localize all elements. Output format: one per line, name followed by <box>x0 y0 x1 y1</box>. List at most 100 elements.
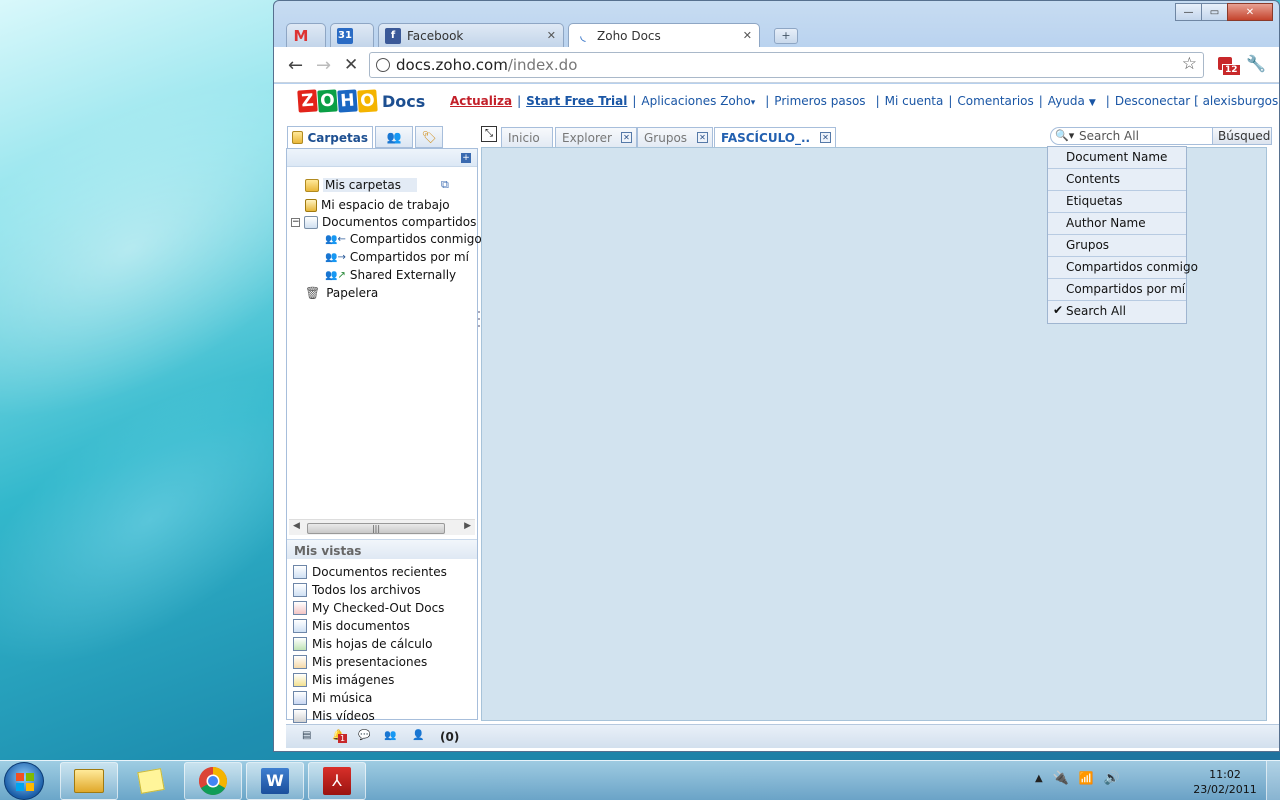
tab-carpetas[interactable]: Carpetas <box>287 126 373 148</box>
view-item-checked-out[interactable]: My Checked-Out Docs <box>293 599 447 617</box>
notification-icon[interactable]: 🔔1 <box>332 730 348 744</box>
menu-item-etiquetas[interactable]: Etiquetas <box>1048 191 1186 213</box>
new-tab-button[interactable]: + <box>774 28 798 44</box>
tab-zoho-docs[interactable]: ◟ Zoho Docs ✕ <box>568 23 760 48</box>
search-input[interactable]: Search All <box>1079 128 1211 144</box>
maximize-button[interactable]: ▭ <box>1201 3 1228 21</box>
primeros-link[interactable]: Primeros pasos <box>774 94 865 108</box>
ayuda-link[interactable]: Ayuda <box>1048 94 1085 108</box>
spreadsheet-icon <box>293 637 307 651</box>
workspace-icon <box>305 198 317 212</box>
menu-item-compartidos-por-mi[interactable]: Compartidos por mí <box>1048 279 1186 301</box>
tab-explorer[interactable]: Explorer ✕ <box>555 127 637 148</box>
view-item-imagenes[interactable]: Mis imágenes <box>293 671 447 689</box>
view-item-hojas[interactable]: Mis hojas de cálculo <box>293 635 447 653</box>
cuenta-link[interactable]: Mi cuenta <box>885 94 944 108</box>
tab-grupos[interactable]: Grupos ✕ <box>637 127 713 148</box>
logo-docs: Docs <box>382 92 426 111</box>
search-button[interactable]: Búsqueda <box>1212 127 1272 145</box>
menu-item-grupos[interactable]: Grupos <box>1048 235 1186 257</box>
taskbar-acrobat[interactable]: ⅄ <box>308 762 366 800</box>
browser-window: — ▭ ✕ M 31 f Facebook ✕ ◟ Zoho Docs ✕ + … <box>273 0 1280 752</box>
document-icon <box>293 619 307 633</box>
taskbar-explorer[interactable] <box>60 762 118 800</box>
system-clock[interactable]: 11:02 23/02/2011 <box>1190 767 1260 797</box>
close-tab-icon[interactable]: ✕ <box>820 132 831 143</box>
back-icon[interactable]: ← <box>288 55 303 76</box>
comentarios-link[interactable]: Comentarios <box>957 94 1033 108</box>
close-window-button[interactable]: ✕ <box>1227 3 1273 21</box>
menu-item-contents[interactable]: Contents <box>1048 169 1186 191</box>
extension-gift-icon[interactable]: 12 <box>1216 55 1241 76</box>
minimize-button[interactable]: — <box>1175 3 1202 21</box>
gmail-icon: M <box>293 26 309 45</box>
start-button[interactable] <box>4 762 44 800</box>
user-icon[interactable]: 👤 <box>412 730 428 744</box>
view-item-recientes[interactable]: Documentos recientes <box>293 563 447 581</box>
show-desktop-button[interactable] <box>1266 761 1280 800</box>
tab-inicio[interactable]: Inicio <box>501 127 553 148</box>
contact-card-icon[interactable]: ▤ <box>302 730 318 744</box>
view-item-documentos[interactable]: Mis documentos <box>293 617 447 635</box>
close-tab-icon[interactable]: ✕ <box>697 132 708 143</box>
add-folder-icon[interactable]: + <box>461 153 471 163</box>
scroll-right-icon[interactable]: ▶ <box>464 521 471 531</box>
tree-item-externally[interactable]: 👥↗ Shared Externally <box>325 268 456 282</box>
view-item-todos[interactable]: Todos los archivos <box>293 581 447 599</box>
forward-icon[interactable]: → <box>316 55 331 76</box>
chat-icon[interactable]: 💬 <box>358 730 374 744</box>
network-icon[interactable]: 📶 <box>1079 771 1094 786</box>
view-item-presentaciones[interactable]: Mis presentaciones <box>293 653 447 671</box>
view-item-musica[interactable]: Mi música <box>293 689 447 707</box>
scroll-thumb[interactable]: ||| <box>307 523 445 534</box>
taskbar-word[interactable]: W <box>246 762 304 800</box>
taskbar-chrome[interactable] <box>184 762 242 800</box>
contacts-icon[interactable]: 👥 <box>384 730 400 744</box>
menu-item-document-name[interactable]: Document Name <box>1048 147 1186 169</box>
address-bar[interactable]: docs.zoho.com/index.do ☆ <box>369 52 1204 78</box>
tree-item-papelera[interactable]: 🗑 Papelera <box>305 286 378 300</box>
tree-item-compartidos[interactable]: − Documentos compartidos <box>291 215 476 229</box>
collapse-icon[interactable]: − <box>291 217 300 227</box>
wrench-icon[interactable]: 🔧 <box>1246 54 1266 73</box>
menu-label: Compartidos por mí <box>1066 282 1186 296</box>
close-tab-icon[interactable]: ✕ <box>547 29 556 42</box>
tab-tags[interactable]: 🏷 <box>415 126 443 148</box>
bookmark-star-icon[interactable]: ☆ <box>1182 54 1197 74</box>
power-icon[interactable]: 🔌 <box>1053 771 1069 786</box>
tab-gmail[interactable]: M <box>286 23 326 47</box>
menu-item-compartidos-conmigo[interactable]: Compartidos conmigo <box>1048 257 1198 279</box>
tree-item-mis-carpetas[interactable]: Mis carpetas ⧉ <box>305 178 449 192</box>
tab-facebook[interactable]: f Facebook ✕ <box>378 23 564 47</box>
volume-icon[interactable]: 🔊 <box>1104 771 1120 786</box>
menu-item-author-name[interactable]: Author Name <box>1048 213 1186 235</box>
menu-item-search-all[interactable]: ✔ Search All <box>1048 301 1186 323</box>
zoho-status-bar: ▤ 🔔1 💬 👥 👤 (0) <box>286 724 1279 748</box>
scroll-left-icon[interactable]: ◀ <box>293 521 300 531</box>
desconectar-link[interactable]: Desconectar <box>1115 94 1190 108</box>
tree-item-conmigo[interactable]: 👥← Compartidos conmigo <box>325 232 482 246</box>
all-files-icon <box>293 583 307 597</box>
views-heading: Mis vistas <box>287 539 477 559</box>
tree-item-espacio[interactable]: Mi espacio de trabajo <box>305 198 450 212</box>
tab-fasciculo[interactable]: FASCÍCULO_.. ✕ <box>714 127 836 148</box>
expand-icon[interactable]: ⤡ <box>481 126 497 142</box>
tab-contacts[interactable]: 👥 <box>375 126 413 148</box>
stop-icon[interactable]: ✕ <box>344 55 358 75</box>
tab-calendar[interactable]: 31 <box>330 23 374 47</box>
apps-link[interactable]: Aplicaciones Zoho <box>641 94 750 108</box>
horizontal-scrollbar[interactable]: ◀ ||| ▶ <box>289 519 475 535</box>
search-icon[interactable]: 🔍▾ <box>1055 129 1077 143</box>
start-trial-link[interactable]: Start Free Trial <box>526 94 627 108</box>
show-hidden-icons-icon[interactable]: ▲ <box>1035 773 1043 786</box>
folder-options-icon[interactable]: ⧉ <box>441 178 449 192</box>
globe-icon <box>376 58 390 72</box>
view-item-videos[interactable]: Mis vídeos <box>293 707 447 725</box>
tab-carpetas-label: Carpetas <box>307 130 368 145</box>
trash-icon: 🗑 <box>305 286 321 300</box>
taskbar-sticky-notes[interactable] <box>122 762 180 800</box>
close-tab-icon[interactable]: ✕ <box>621 132 632 143</box>
tree-item-por-mi[interactable]: 👥→ Compartidos por mí <box>325 250 469 264</box>
actualiza-link[interactable]: Actualiza <box>450 94 512 108</box>
close-tab-icon[interactable]: ✕ <box>743 29 752 42</box>
